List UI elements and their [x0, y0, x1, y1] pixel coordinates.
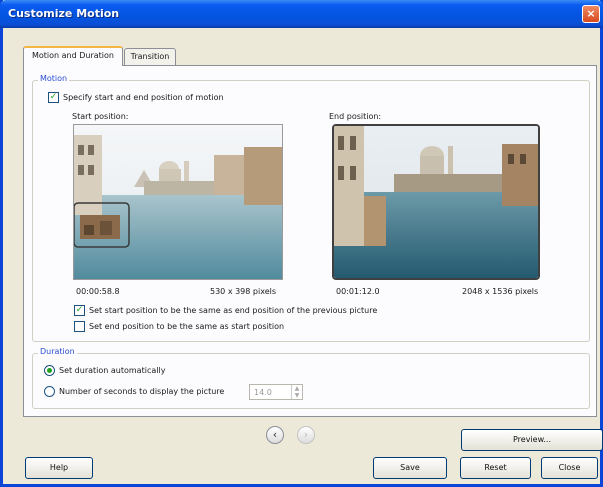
- auto-duration-label: Set duration automatically: [59, 366, 166, 375]
- preview-button[interactable]: Preview...: [461, 429, 603, 451]
- stepper-arrows-icon[interactable]: ▲ ▼: [291, 385, 302, 399]
- seconds-duration-label: Number of seconds to display the picture: [59, 387, 225, 396]
- seconds-stepper[interactable]: 14.0 ▲ ▼: [249, 384, 303, 400]
- specify-motion-checkbox[interactable]: ✓: [48, 92, 59, 103]
- auto-duration-radio[interactable]: [44, 365, 55, 376]
- same-as-start-label: Set end position to be the same as start…: [89, 322, 285, 331]
- reset-button[interactable]: Reset: [460, 457, 531, 479]
- end-size: 2048 x 1536 pixels: [462, 287, 539, 296]
- tab-panel: Motion ✓ Specify start and end position …: [23, 65, 597, 417]
- tab-motion-and-duration[interactable]: Motion and Duration: [23, 46, 123, 66]
- seconds-duration-radio[interactable]: [44, 386, 55, 397]
- customize-motion-dialog: Customize Motion × Motion and Duration T…: [0, 0, 603, 487]
- specify-motion-label: Specify start and end position of motion: [63, 93, 224, 102]
- seconds-value: 14.0: [254, 388, 272, 397]
- help-button[interactable]: Help: [25, 457, 93, 479]
- same-as-start-checkbox[interactable]: [74, 321, 85, 332]
- duration-group-label: Duration: [38, 347, 77, 356]
- start-position-label: Start position:: [72, 112, 129, 121]
- save-button[interactable]: Save: [373, 457, 447, 479]
- window-title: Customize Motion: [8, 7, 120, 20]
- previous-picture-button[interactable]: ‹: [266, 426, 284, 444]
- same-as-previous-label: Set start position to be the same as end…: [89, 306, 378, 315]
- start-position-preview[interactable]: [73, 124, 283, 280]
- title-bar[interactable]: Customize Motion ×: [0, 0, 603, 28]
- close-window-button[interactable]: ×: [582, 5, 600, 23]
- close-button[interactable]: Close: [541, 457, 598, 479]
- same-as-previous-checkbox[interactable]: ✓: [74, 305, 85, 316]
- next-picture-button[interactable]: ›: [297, 426, 315, 444]
- start-time: 00:00:58.8: [76, 287, 120, 296]
- end-position-preview[interactable]: [332, 124, 540, 280]
- end-time: 00:01:12.0: [336, 287, 380, 296]
- venice-end-image: [334, 126, 538, 278]
- tab-transition[interactable]: Transition: [124, 48, 176, 66]
- end-position-label: End position:: [329, 112, 382, 121]
- duration-group: [32, 353, 590, 409]
- start-size: 530 x 398 pixels: [210, 287, 277, 296]
- motion-group-label: Motion: [38, 74, 70, 83]
- venice-start-image: [74, 125, 282, 279]
